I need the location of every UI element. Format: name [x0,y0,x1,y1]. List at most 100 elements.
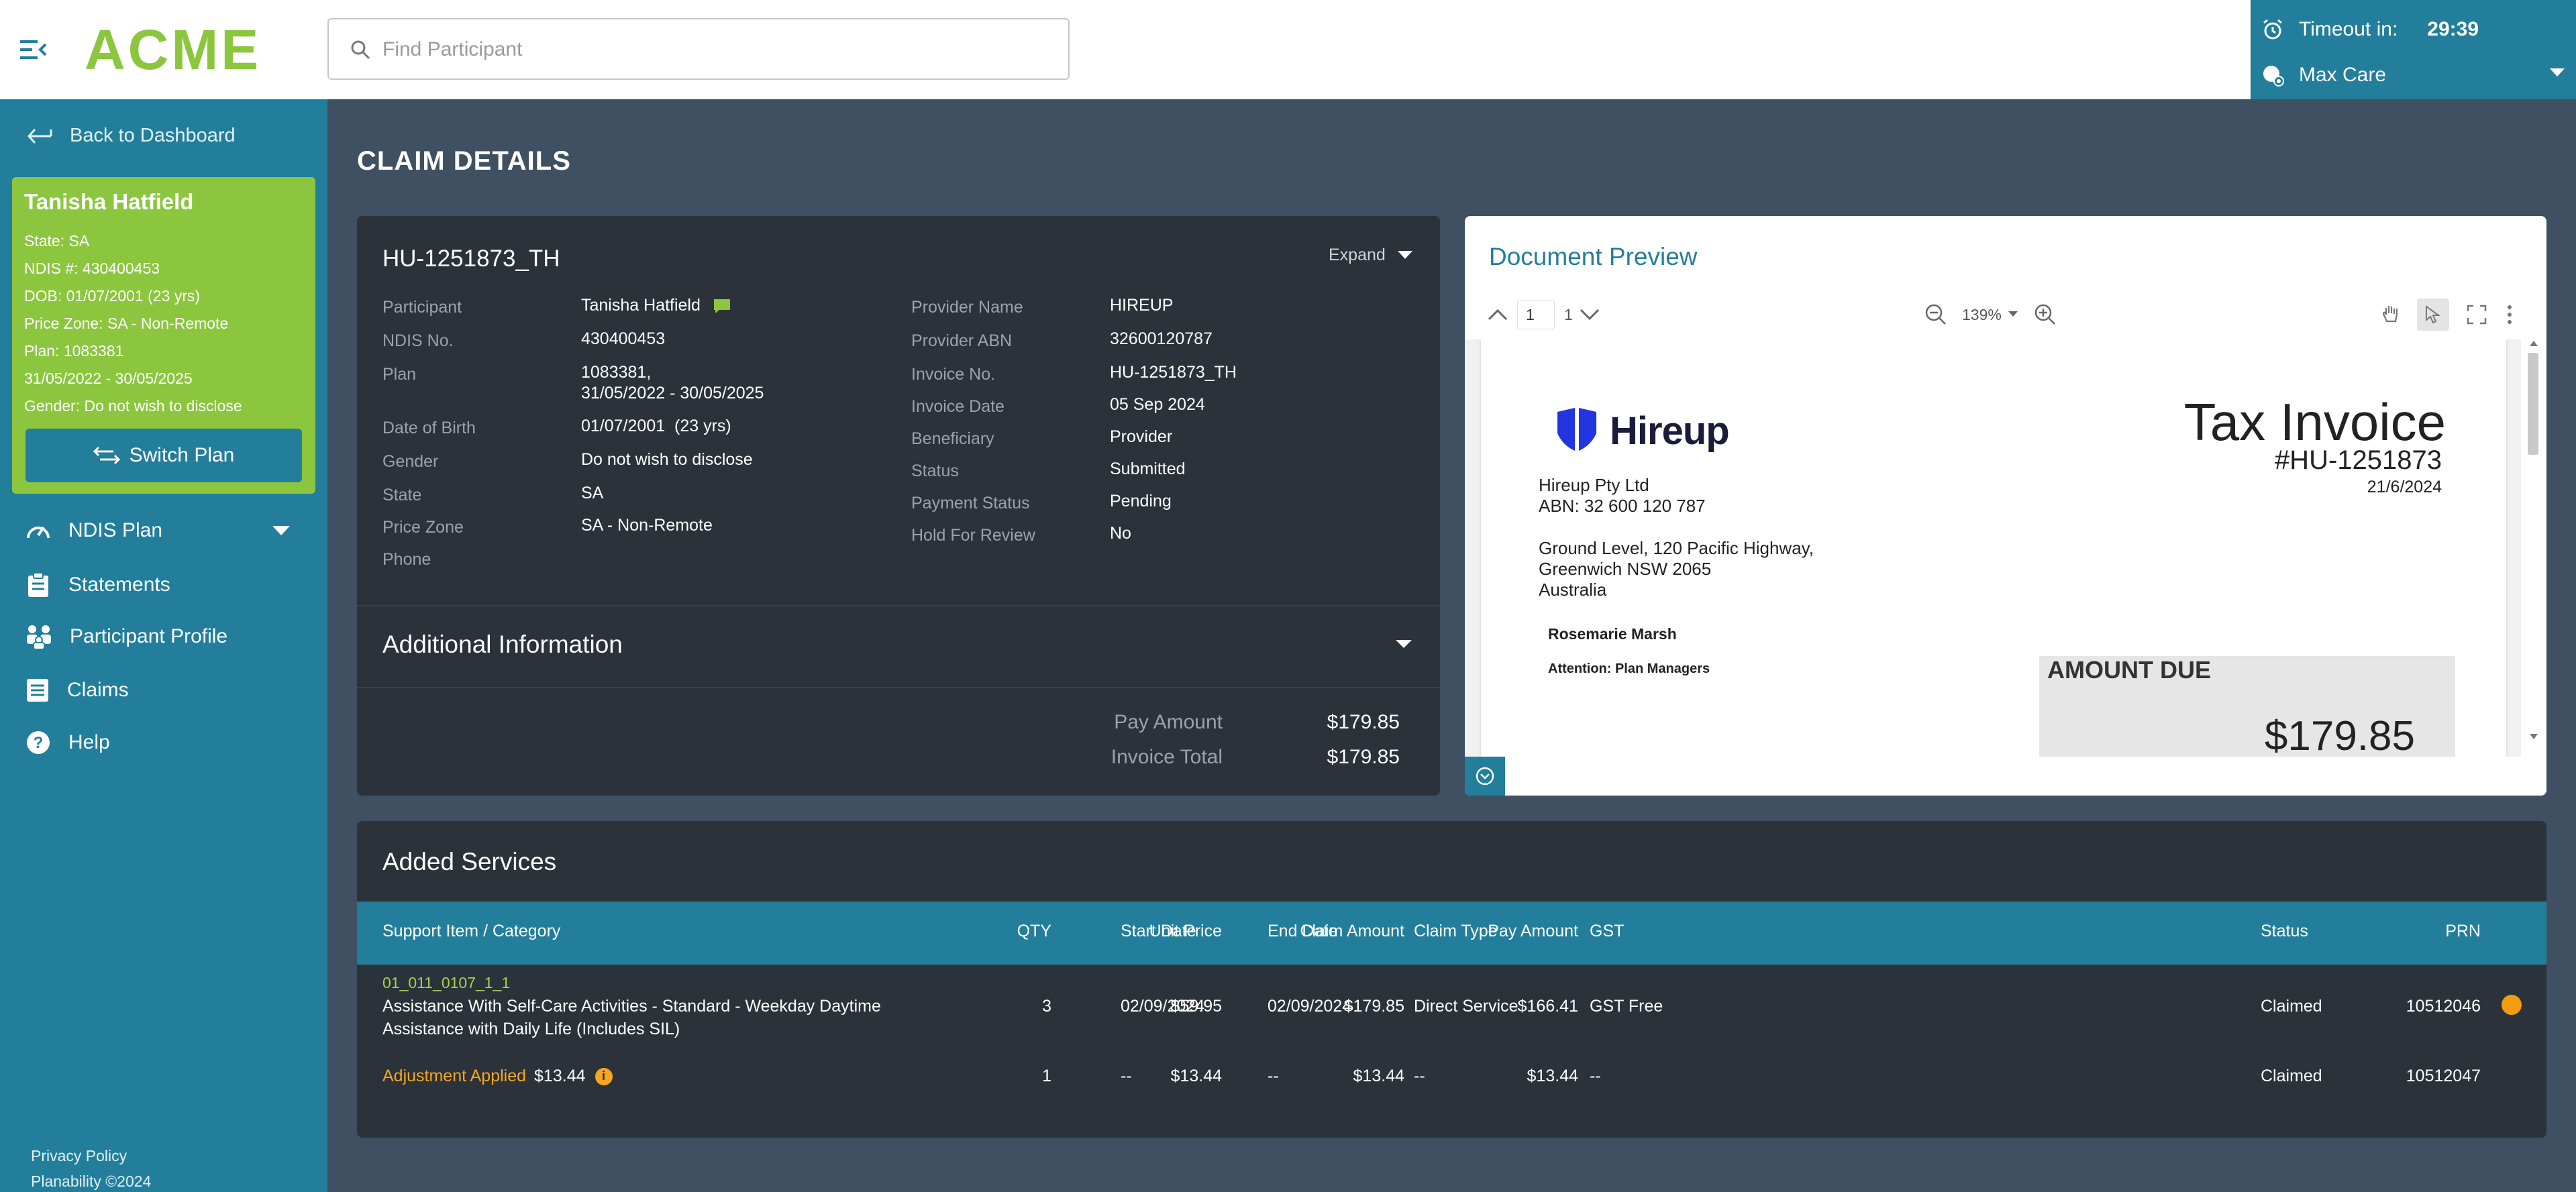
price-zone-value: SA - Non-Remote [107,315,229,332]
field-label: Hold For Review [911,526,1035,545]
session-panel: Timeout in: 29:39 Max Care [2251,0,2576,99]
app-logo[interactable]: ACME [85,17,261,83]
field-value: No [1110,524,1131,543]
zoom-level[interactable]: 139% [1962,306,2002,324]
invoice-title: Tax Invoice [2183,392,2446,451]
invoice-address-1: Ground Level, 120 Pacific Highway, [1539,538,1814,558]
claim-id: HU-1251873_TH [382,246,560,272]
claim-amount: $179.85 [1343,997,1404,1016]
zoom-in-icon[interactable] [2034,303,2057,326]
nav-ndis-plan[interactable]: NDIS Plan [25,519,162,542]
field-value: 32600120787 [1110,329,1213,348]
chevron-down-icon[interactable] [1396,640,1412,649]
field-label: Payment Status [911,494,1030,512]
gender-label: Gender: [24,397,81,415]
expand-button[interactable]: Expand [1329,246,1412,265]
search-input[interactable] [382,32,1040,68]
pay-amount-label: Pay Amount [1114,711,1223,733]
status-indicator-dot[interactable] [2502,995,2522,1015]
page-number-input[interactable] [1517,300,1555,329]
chevron-circle-down-icon [1476,767,1494,785]
claim-type: -- [1414,1067,1425,1085]
back-to-dashboard-link[interactable]: Back to Dashboard [27,125,236,147]
scroll-thumb[interactable] [2528,353,2538,455]
col-qty: QTY [1017,922,1051,940]
menu-collapse-icon[interactable] [20,39,47,60]
plan-value: 1083381 [63,342,124,360]
adjustment-cell: Adjustment Applied $13.44 i [382,1067,613,1086]
timeout-value: 29:39 [2427,18,2479,40]
help-icon: ? [27,731,50,754]
field-label: Invoice No. [911,365,996,384]
field-label: State [382,486,422,504]
arrow-left-icon [27,128,52,144]
timeout-row: Timeout in: 29:39 [2261,15,2479,44]
participant-gender: Gender: Do not wish to disclose [24,397,242,415]
nav-help[interactable]: ? Help [25,730,110,755]
start-date: -- [1121,1067,1132,1085]
plan-selector[interactable]: Max Care [2261,60,2570,90]
nav-label: NDIS Plan [68,519,163,541]
privacy-policy-link[interactable]: Privacy Policy [31,1147,127,1165]
plan-manager-icon [2263,66,2284,87]
nav-statements[interactable]: Statements [25,572,170,598]
list-icon [27,679,48,702]
expand-label: Expand [1329,246,1386,264]
collapse-preview-button[interactable] [1465,757,1505,796]
search-icon [351,40,370,60]
chevron-down-icon[interactable] [1580,308,1600,321]
document-preview-card: Document Preview 1 139% [1465,216,2546,796]
col-claim-amount: Claim Amount [1300,922,1404,940]
select-tool-button[interactable] [2417,299,2449,331]
page-nav: 1 [1488,291,1600,338]
invoice-total-label: Invoice Total [1111,746,1223,768]
field-label: Provider Name [911,298,1023,317]
col-pay-amount: Pay Amount [1488,922,1578,940]
page-title: CLAIM DETAILS [357,146,571,176]
pan-hand-icon[interactable] [2381,304,2401,325]
info-icon[interactable]: i [595,1067,613,1085]
prn: 10512046 [2406,997,2481,1016]
field-value: Submitted [1110,459,1186,478]
added-services-title: Added Services [382,848,557,875]
field-value: 05 Sep 2024 [1110,395,1205,414]
end-date: 02/09/2024 [1268,997,1352,1016]
field-label: NDIS No. [382,331,454,350]
invoice-attention: Attention: Plan Managers [1548,661,1710,676]
more-options-icon[interactable] [2507,305,2512,325]
field-label: Status [911,462,959,480]
chevron-down-icon [2550,68,2565,76]
hireup-shield-icon [1557,408,1596,451]
additional-info-title[interactable]: Additional Information [382,631,623,659]
chat-icon[interactable] [713,298,731,314]
participant-value: Tanisha Hatfield [581,295,731,316]
participant-search[interactable] [327,18,1070,80]
switch-plan-button[interactable]: Switch Plan [25,429,302,482]
plan-selector-label: Max Care [2299,64,2387,86]
fullscreen-icon[interactable] [2467,305,2487,325]
nav-participant-profile[interactable]: Participant Profile [25,624,227,649]
zoom-out-icon[interactable] [1924,303,1947,326]
nav-label: Participant Profile [70,625,228,647]
status: Claimed [2261,997,2322,1016]
chevron-up-icon[interactable] [1488,308,1508,321]
chevron-down-icon[interactable] [272,526,290,537]
col-prn: PRN [2445,922,2481,940]
invoice-abn: ABN: 32 600 120 787 [1539,496,1706,516]
claim-amount: $13.44 [1353,1067,1404,1085]
scroll-down-icon[interactable] [2530,734,2538,739]
pay-amount-value: $179.85 [1327,711,1400,733]
caret-down-icon[interactable] [2008,311,2018,318]
document-scrollbar[interactable] [2521,339,2546,762]
support-item-category: Assistance with Daily Life (Includes SIL… [382,1020,680,1038]
field-label: Date of Birth [382,419,476,437]
scroll-up-icon[interactable] [2530,341,2538,346]
document-preview-title: Document Preview [1489,243,1698,270]
nav-claims[interactable]: Claims [25,678,129,703]
field-label: Beneficiary [911,429,994,448]
clipboard-icon [28,572,48,597]
price-zone-label: Price Zone: [24,315,103,332]
sidebar: Back to Dashboard Tanisha Hatfield State… [0,99,327,1192]
page-total: 1 [1564,305,1573,323]
document-viewport[interactable]: Hireup Hireup Pty Ltd ABN: 32 600 120 78… [1465,339,2546,762]
